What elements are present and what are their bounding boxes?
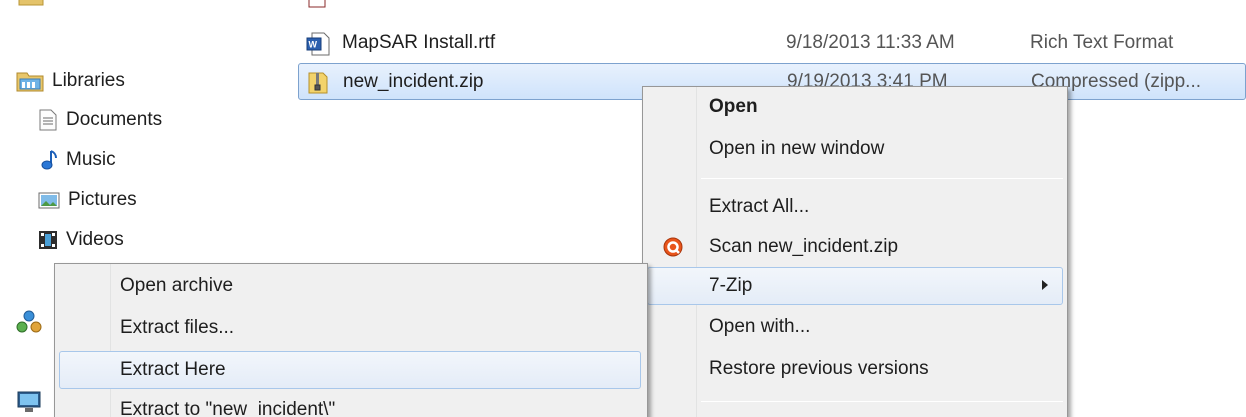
libraries-icon xyxy=(16,70,44,92)
context-menu: Open Open in new window Extract All... S… xyxy=(642,86,1068,417)
menu-item-label: Open in new window xyxy=(709,138,885,159)
zip-file-icon xyxy=(307,71,329,95)
menu-item-open-archive[interactable]: Open archive xyxy=(59,268,643,304)
computer-icon xyxy=(16,390,42,414)
folder-icon xyxy=(18,0,44,6)
menu-item-label: Open xyxy=(709,96,758,117)
7zip-submenu: Open archive Extract files... Extract He… xyxy=(54,263,648,417)
file-row[interactable]: W MapSAR Install.rtf 9/18/2013 11:33 AM … xyxy=(298,25,1246,61)
nav-item-music[interactable]: Music xyxy=(38,142,116,178)
nav-label-music: Music xyxy=(66,149,116,170)
menu-item-extract-all[interactable]: Extract All... xyxy=(647,189,1063,225)
menu-item-extract-files[interactable]: Extract files... xyxy=(59,310,643,346)
menu-item-scan[interactable]: Scan new_incident.zip xyxy=(647,229,1063,265)
menu-item-label: Restore previous versions xyxy=(709,358,929,379)
nav-label-documents: Documents xyxy=(66,109,163,130)
nav-item-videos[interactable]: Videos xyxy=(38,222,124,258)
nav-item-documents[interactable]: Documents xyxy=(38,102,162,138)
menu-item-restore-versions[interactable]: Restore previous versions xyxy=(647,351,1063,387)
menu-item-label: Extract Here xyxy=(120,359,226,380)
menu-item-7zip[interactable]: 7-Zip xyxy=(647,267,1063,305)
file-date: 9/18/2013 11:33 AM xyxy=(786,32,955,53)
antivirus-scan-icon xyxy=(663,237,683,263)
music-icon xyxy=(38,149,58,171)
pdf-file-icon xyxy=(306,0,328,8)
videos-icon xyxy=(38,230,58,250)
menu-item-label: Open archive xyxy=(120,275,234,296)
svg-text:W: W xyxy=(309,40,318,50)
pictures-icon xyxy=(38,190,60,210)
nav-label-pictures: Pictures xyxy=(68,189,137,210)
rtf-file-icon: W xyxy=(306,32,330,56)
file-row-partial[interactable] xyxy=(298,0,1246,10)
menu-item-label: Scan new_incident.zip xyxy=(709,236,899,257)
nav-item-computer[interactable] xyxy=(16,384,42,417)
menu-item-label: Extract All... xyxy=(709,196,810,217)
menu-item-open-new-window[interactable]: Open in new window xyxy=(647,131,1063,167)
file-type: Rich Text Format xyxy=(1030,32,1174,53)
homegroup-icon xyxy=(16,310,42,334)
menu-item-open[interactable]: Open xyxy=(647,89,1063,125)
nav-item-libraries[interactable]: Libraries xyxy=(16,63,125,99)
menu-item-label: Extract files... xyxy=(120,317,235,338)
menu-item-label: 7-Zip xyxy=(709,275,753,296)
menu-separator xyxy=(701,401,1063,402)
nav-label-libraries: Libraries xyxy=(52,70,125,91)
documents-icon xyxy=(38,109,58,131)
menu-item-extract-here[interactable]: Extract Here xyxy=(59,351,641,389)
menu-item-extract-to[interactable]: Extract to "new_incident\" xyxy=(59,392,643,417)
menu-item-label: Open with... xyxy=(709,316,811,337)
nav-item-network[interactable] xyxy=(16,304,42,340)
nav-item-partial[interactable] xyxy=(18,0,44,14)
menu-item-label: Extract to "new_incident\" xyxy=(120,399,336,417)
submenu-arrow-icon xyxy=(1042,280,1048,290)
menu-item-open-with[interactable]: Open with... xyxy=(647,309,1063,345)
nav-item-pictures[interactable]: Pictures xyxy=(38,182,137,218)
file-name: new_incident.zip xyxy=(343,71,484,92)
file-name: MapSAR Install.rtf xyxy=(342,32,496,53)
menu-separator xyxy=(701,178,1063,179)
nav-label-videos: Videos xyxy=(66,229,124,250)
